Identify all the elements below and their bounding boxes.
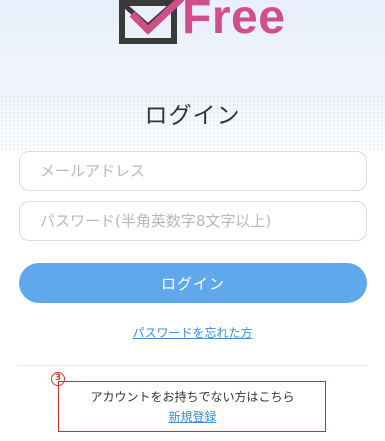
divider [19,365,367,366]
callout-number: 3 [54,373,62,383]
app-logo: Free [118,0,285,48]
register-link[interactable]: 新規登録 [0,408,385,425]
callout-number-badge: 3 [51,372,65,386]
envelope-check-icon [119,0,184,44]
password-field[interactable] [19,201,367,241]
logo-text: Free [182,0,286,44]
forgot-password-link[interactable]: パスワードを忘れた方 [0,324,385,341]
no-account-prompt: アカウントをお持ちでない方はこちら [90,390,295,404]
page-title: ログイン [144,103,241,129]
login-button[interactable]: ログイン [19,263,367,303]
email-field[interactable] [19,151,367,191]
